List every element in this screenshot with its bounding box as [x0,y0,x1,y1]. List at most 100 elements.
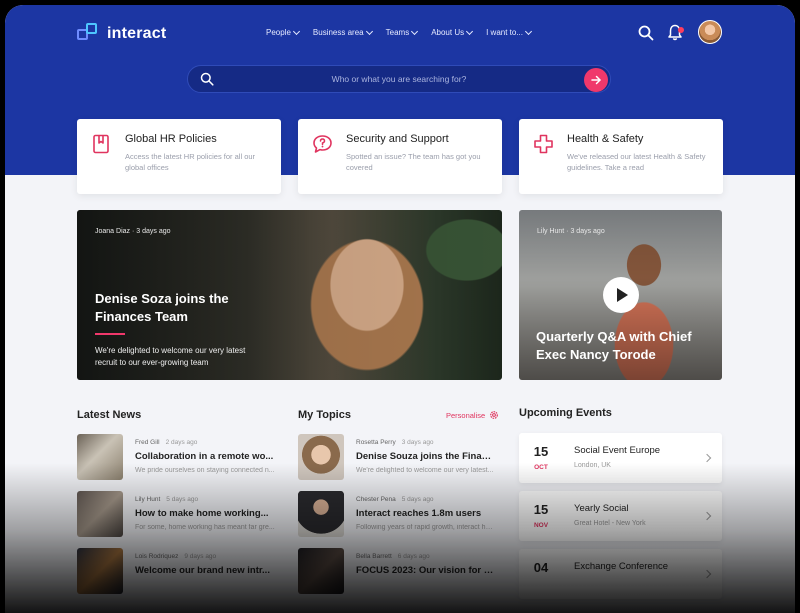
nav-label: About Us [431,28,465,37]
time: 2 days ago [165,439,198,446]
app-window: interact People Business area Teams Abou… [5,5,795,613]
personalise-link[interactable]: Personalise [446,410,499,420]
nav-label: Teams [385,28,410,37]
arrow-right-icon [591,75,601,85]
nav-item-i-want-to[interactable]: I want to... [486,27,533,37]
event-day: 15 [533,502,549,517]
featured-desc: We're delighted to welcome our very late… [95,346,246,367]
quick-link-desc: Access the latest HR policies for all ou… [125,152,256,172]
main-nav: People Business area Teams About Us I wa… [266,27,533,37]
event-title: Yearly Social [574,503,629,514]
play-button[interactable] [603,277,639,313]
chevron-down-icon [411,27,419,35]
nav-label: People [266,28,291,37]
featured-article-tile[interactable]: Joana Diaz · 3 days ago Denise Soza join… [77,210,502,380]
topic-title: Denise Souza joins the Financ... [356,451,494,462]
topic-item[interactable]: Chester Pena 5 days ago Interact reaches … [298,491,494,539]
news-snippet: For some, home working has meant far gre… [135,524,275,531]
chevron-down-icon [466,27,474,35]
chevron-down-icon [292,27,300,35]
nav-label: Business area [312,28,364,37]
time: 3 days ago [136,228,171,235]
quick-link-desc: We've released our latest Health & Safet… [567,152,706,172]
author: Lois Rodriquez [135,553,179,560]
quick-link-health-safety[interactable]: Health & Safety We've released our lates… [519,119,723,194]
event-month: OCT [534,464,548,471]
chevron-down-icon [365,27,373,35]
event-day: 04 [533,560,549,575]
time: 6 days ago [397,553,430,560]
search-icon[interactable] [638,25,654,41]
search-input[interactable] [188,74,610,84]
quick-link-security-support[interactable]: Security and Support Spotted an issue? T… [298,119,502,194]
event-item[interactable]: 04 Exchange Conference [519,549,722,599]
news-item[interactable]: Fred Gill 2 days ago Collaboration in a r… [77,434,279,482]
quick-link-title: Health & Safety [567,133,644,145]
video-title: Quarterly Q&A with Chief Exec Nancy Toro… [536,329,692,362]
news-thumbnail [77,491,123,537]
topic-item[interactable]: Bella Barrett 6 days ago FOCUS 2023: Our … [298,548,494,596]
search-icon [200,72,214,86]
author: Lily Hunt [537,228,565,235]
nav-item-teams[interactable]: Teams [385,27,419,37]
topic-thumbnail [298,491,344,537]
news-title: Collaboration in a remote wo... [135,451,274,462]
quick-link-title: Global HR Policies [125,133,217,145]
time: 9 days ago [184,553,217,560]
search-bar [187,65,611,93]
latest-news-heading: Latest News [77,409,142,421]
nav-item-people[interactable]: People [266,27,300,37]
event-item[interactable]: 15 OCT Social Event Europe London, UK [519,433,722,483]
nav-item-about-us[interactable]: About Us [431,27,474,37]
logo[interactable]: interact [77,23,166,45]
personalise-label: Personalise [446,410,486,420]
logo-text: interact [107,25,167,42]
event-title: Exchange Conference [574,561,669,572]
time: 3 days ago [401,439,434,446]
medical-cross-icon [534,134,553,154]
topic-snippet: Following years of rapid growth, interac… [356,524,494,531]
event-item[interactable]: 15 NOV Yearly Social Great Hotel - New Y… [519,491,722,541]
chevron-right-icon [702,511,712,521]
topic-thumbnail [298,548,344,594]
quick-link-title: Security and Support [346,133,449,145]
author: Chester Pena [356,496,396,503]
time: 3 days ago [570,228,605,235]
play-icon [617,288,628,302]
topic-title: FOCUS 2023: Our vision for th... [356,565,494,576]
topic-thumbnail [298,434,344,480]
author: Lily Hunt [135,496,161,503]
topic-item[interactable]: Rosetta Perry 3 days ago Denise Souza joi… [298,434,494,482]
time: 5 days ago [401,496,434,503]
video-meta: Lily Hunt · 3 days ago [537,228,605,235]
nav-label: I want to... [486,28,523,37]
featured-meta: Joana Diaz · 3 days ago [95,228,171,235]
search-submit-button[interactable] [584,68,608,92]
news-item[interactable]: Lois Rodriquez 9 days ago Welcome our bra… [77,548,279,596]
news-thumbnail [77,434,123,480]
news-thumbnail [77,548,123,594]
topic-snippet: We're delighted to welcome our very late… [356,467,494,474]
gear-icon [490,411,499,419]
author: Joana Diaz [95,228,131,235]
author: Fred Gill [135,439,160,446]
video-tile[interactable]: Lily Hunt · 3 days ago Quarterly Q&A wit… [519,210,722,380]
news-item[interactable]: Lily Hunt 5 days ago How to make home wor… [77,491,279,539]
chevron-right-icon [702,569,712,579]
news-snippet: We pride ourselves on staying connected … [135,467,275,474]
news-title: How to make home working... [135,508,269,519]
news-title: Welcome our brand new intr... [135,565,270,576]
event-location: Great Hotel - New York [574,520,646,527]
event-day: 15 [533,444,549,459]
chevron-right-icon [702,453,712,463]
my-topics-heading: My Topics [298,409,351,421]
notification-dot [678,27,684,33]
quick-link-desc: Spotted an issue? The team has got you c… [346,152,481,172]
topic-title: Interact reaches 1.8m users [356,508,482,519]
nav-item-business-area[interactable]: Business area [312,27,373,37]
author: Bella Barrett [356,553,392,560]
time: 5 days ago [166,496,199,503]
help-chat-icon [313,135,332,153]
quick-link-hr-policies[interactable]: Global HR Policies Access the latest HR … [77,119,281,194]
user-avatar[interactable] [698,20,722,44]
